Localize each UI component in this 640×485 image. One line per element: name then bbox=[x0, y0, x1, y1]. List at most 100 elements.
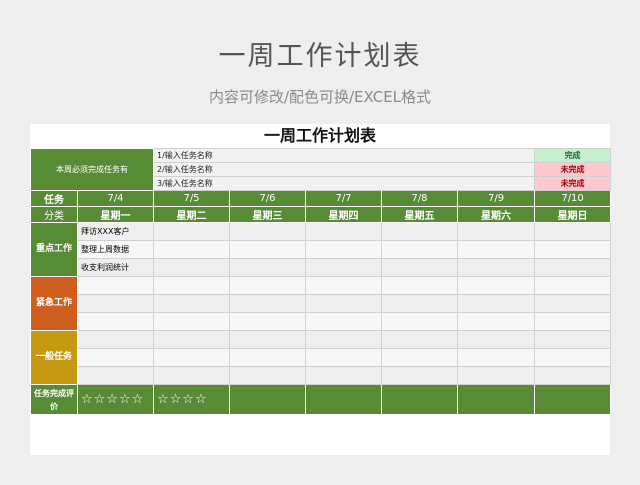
plan-cell[interactable] bbox=[534, 276, 612, 295]
star-rating[interactable] bbox=[305, 384, 382, 415]
weekday-cell: 星期六 bbox=[456, 206, 536, 223]
key-item[interactable]: 拜访XXX客户 bbox=[77, 222, 154, 241]
plan-cell[interactable] bbox=[381, 240, 458, 259]
plan-cell[interactable] bbox=[153, 258, 230, 277]
plan-cell[interactable] bbox=[305, 294, 382, 313]
plan-cell[interactable] bbox=[153, 276, 230, 295]
plan-cell[interactable] bbox=[229, 276, 306, 295]
plan-cell[interactable] bbox=[381, 330, 458, 349]
date-cell: 7/4 bbox=[77, 190, 154, 207]
plan-cell[interactable] bbox=[229, 348, 306, 367]
plan-cell[interactable] bbox=[381, 312, 458, 331]
plan-cell[interactable] bbox=[456, 312, 536, 331]
plan-cell[interactable] bbox=[77, 312, 154, 331]
task-3-status[interactable]: 未完成 bbox=[534, 176, 612, 191]
plan-cell[interactable] bbox=[153, 366, 230, 385]
date-header-row: 任务 7/4 7/5 7/6 7/7 7/8 7/9 7/10 bbox=[30, 190, 612, 207]
plan-cell[interactable] bbox=[534, 348, 612, 367]
plan-cell[interactable] bbox=[381, 348, 458, 367]
plan-cell[interactable] bbox=[381, 258, 458, 277]
plan-cell[interactable] bbox=[534, 222, 612, 241]
task-2-status[interactable]: 未完成 bbox=[534, 162, 612, 177]
plan-cell[interactable] bbox=[534, 240, 612, 259]
date-cell: 7/5 bbox=[153, 190, 230, 207]
evaluation-row: 任务完成评价 ☆☆☆☆☆ ☆☆☆☆ bbox=[30, 384, 612, 415]
plan-cell[interactable] bbox=[534, 366, 612, 385]
plan-cell[interactable] bbox=[229, 366, 306, 385]
must-task-2[interactable]: 2/输入任务名称 bbox=[152, 162, 536, 177]
plan-cell[interactable] bbox=[381, 276, 458, 295]
plan-cell[interactable] bbox=[153, 330, 230, 349]
plan-cell[interactable] bbox=[456, 330, 536, 349]
plan-cell[interactable] bbox=[534, 330, 612, 349]
header-label-top: 任务 bbox=[30, 190, 78, 207]
plan-cell[interactable] bbox=[153, 294, 230, 313]
star-rating[interactable] bbox=[229, 384, 306, 415]
plan-cell[interactable] bbox=[456, 294, 536, 313]
plan-cell[interactable] bbox=[153, 312, 230, 331]
star-rating[interactable] bbox=[381, 384, 458, 415]
category-urgent-work: 紧急工作 bbox=[30, 276, 78, 331]
plan-cell[interactable] bbox=[456, 348, 536, 367]
urgent-work-row: 紧急工作 bbox=[30, 276, 612, 331]
normal-task-row: 一般任务 bbox=[30, 330, 612, 385]
plan-cell[interactable] bbox=[229, 240, 306, 259]
plan-cell[interactable] bbox=[229, 294, 306, 313]
plan-cell[interactable] bbox=[456, 276, 536, 295]
plan-cell[interactable] bbox=[77, 366, 154, 385]
plan-cell[interactable] bbox=[456, 240, 536, 259]
plan-cell[interactable] bbox=[305, 348, 382, 367]
plan-cell[interactable] bbox=[77, 276, 154, 295]
plan-cell[interactable] bbox=[305, 276, 382, 295]
plan-cell[interactable] bbox=[456, 366, 536, 385]
star-rating[interactable]: ☆☆☆☆☆ bbox=[77, 384, 154, 415]
plan-cell[interactable] bbox=[229, 222, 306, 241]
star-rating[interactable] bbox=[534, 384, 612, 415]
banner-subtitle: 内容可修改/配色可换/EXCEL格式 bbox=[208, 88, 432, 106]
plan-cell[interactable] bbox=[77, 330, 154, 349]
plan-cell[interactable] bbox=[77, 348, 154, 367]
plan-cell[interactable] bbox=[153, 222, 230, 241]
plan-cell[interactable] bbox=[305, 222, 382, 241]
key-work-row: 重点工作 拜访XXX客户 bbox=[30, 222, 612, 277]
evaluation-label: 任务完成评价 bbox=[30, 384, 78, 415]
date-cell: 7/9 bbox=[456, 190, 536, 207]
plan-cell[interactable] bbox=[229, 330, 306, 349]
plan-cell[interactable] bbox=[305, 366, 382, 385]
plan-cell[interactable] bbox=[77, 294, 154, 313]
normal-task-row bbox=[31, 366, 612, 385]
plan-cell[interactable] bbox=[305, 312, 382, 331]
date-cell: 7/6 bbox=[229, 190, 306, 207]
key-work-row: 收支利润统计 bbox=[31, 258, 612, 277]
plan-cell[interactable] bbox=[534, 258, 612, 277]
plan-cell[interactable] bbox=[229, 312, 306, 331]
plan-cell[interactable] bbox=[456, 258, 536, 277]
must-task-3[interactable]: 3/输入任务名称 bbox=[152, 176, 536, 191]
task-1-status[interactable]: 完成 bbox=[534, 148, 612, 163]
must-task-1[interactable]: 1/输入任务名称 bbox=[152, 148, 536, 163]
plan-cell[interactable] bbox=[381, 294, 458, 313]
plan-cell[interactable] bbox=[305, 330, 382, 349]
plan-cell[interactable] bbox=[456, 222, 536, 241]
summary-row-1: 本周必须完成任务有 1/输入任务名称 完成 bbox=[30, 148, 612, 191]
date-cell: 7/8 bbox=[381, 190, 458, 207]
plan-cell[interactable] bbox=[153, 240, 230, 259]
plan-cell[interactable] bbox=[305, 258, 382, 277]
urgent-work-row bbox=[31, 312, 612, 331]
key-item[interactable]: 收支利润统计 bbox=[77, 258, 154, 277]
plan-cell[interactable] bbox=[534, 294, 612, 313]
plan-cell[interactable] bbox=[153, 348, 230, 367]
star-rating[interactable]: ☆☆☆☆ bbox=[153, 384, 230, 415]
key-item[interactable]: 整理上周数据 bbox=[77, 240, 154, 259]
star-rating[interactable] bbox=[456, 384, 536, 415]
plan-cell[interactable] bbox=[381, 222, 458, 241]
summary-label: 本周必须完成任务有 bbox=[30, 148, 154, 191]
plan-cell[interactable] bbox=[534, 312, 612, 331]
plan-cell[interactable] bbox=[381, 366, 458, 385]
plan-cell[interactable] bbox=[229, 258, 306, 277]
plan-cell[interactable] bbox=[305, 240, 382, 259]
category-normal-task: 一般任务 bbox=[30, 330, 78, 385]
header-label-bottom: 分类 bbox=[30, 206, 78, 223]
normal-task-row bbox=[31, 348, 612, 367]
weekday-cell: 星期四 bbox=[305, 206, 382, 223]
